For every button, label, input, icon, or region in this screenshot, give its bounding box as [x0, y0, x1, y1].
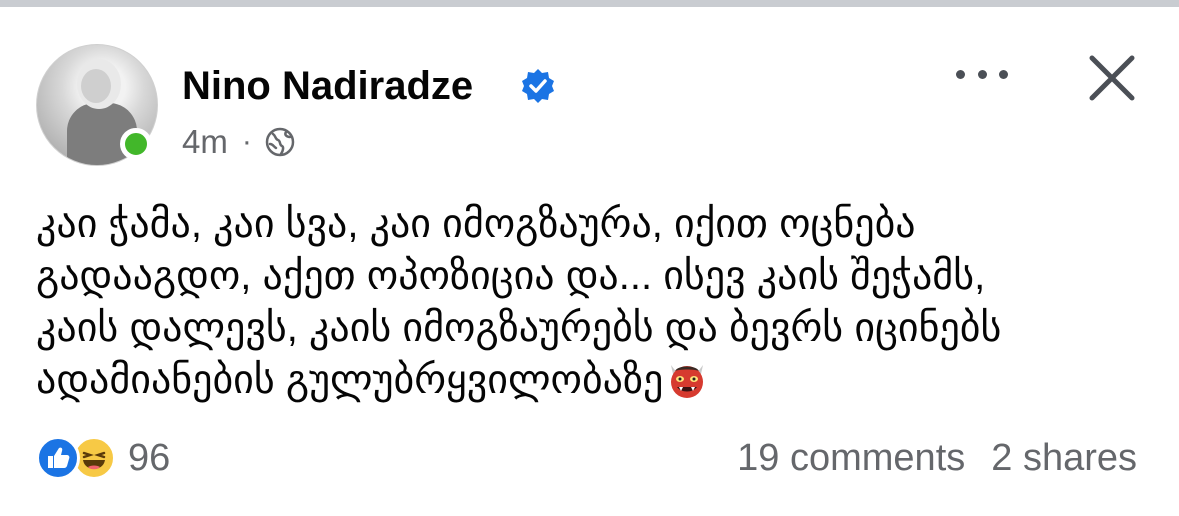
post-body-line: გადააგდო, აქეთ ოპოზიცია და... ისევ კაის …	[36, 254, 986, 298]
post-body-line: კაი ჭამა, კაი სვა, კაი იმოგზაურა, იქით ო…	[36, 202, 916, 246]
post-time[interactable]: 4m	[182, 123, 228, 161]
verified-badge-icon	[522, 69, 554, 103]
meta-separator: ·	[241, 125, 252, 158]
like-icon	[36, 436, 80, 480]
close-icon[interactable]	[1086, 52, 1138, 104]
top-divider	[0, 0, 1179, 7]
post-meta: 4m ·	[182, 120, 296, 164]
engagement-stats: 19 comments 2 shares	[737, 436, 1137, 480]
more-options-button[interactable]	[956, 56, 1008, 92]
reactions-summary[interactable]: 96	[36, 434, 170, 482]
ogre-emoji-icon	[671, 365, 704, 398]
post-body: კაი ჭამა, კაი სვა, კაი იმოგზაურა, იქით ო…	[36, 198, 1146, 406]
reaction-count: 96	[128, 436, 171, 479]
more-dot	[999, 69, 1008, 79]
post-body-line: კაის დალევს, კაის იმოგზაურებს და ბევრს ი…	[36, 306, 1002, 350]
online-status-indicator	[120, 128, 152, 160]
comments-link[interactable]: 19 comments	[737, 437, 965, 480]
globe-icon[interactable]	[264, 126, 296, 158]
author-name[interactable]: Nino Nadiradze	[182, 62, 473, 110]
post-body-line-last: ადამიანების გულუბრყვილობაზე	[36, 354, 1146, 406]
more-dot	[956, 69, 965, 79]
more-dot	[977, 69, 987, 79]
shares-link[interactable]: 2 shares	[991, 437, 1137, 480]
post-body-line: ადამიანების გულუბრყვილობაზე	[36, 358, 664, 402]
